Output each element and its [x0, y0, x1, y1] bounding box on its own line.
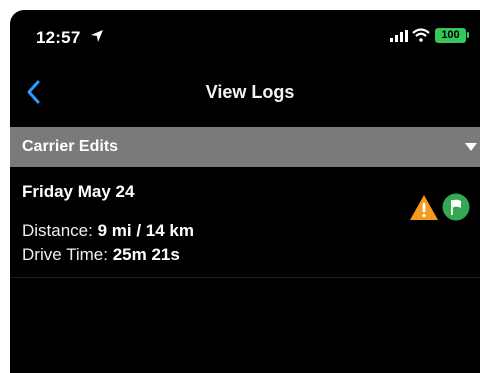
page-title: View Logs	[205, 82, 295, 102]
log-row[interactable]: Friday May 24 Distance: 9 mi / 14 km Dri…	[10, 167, 480, 277]
caret-down-icon[interactable]	[465, 142, 477, 152]
status-time: 12:57	[36, 28, 81, 47]
battery-nub	[467, 32, 469, 38]
carrier-edits-header[interactable]: Carrier Edits	[10, 127, 480, 167]
signal-bars-icon	[390, 30, 408, 42]
log-date: Friday May 24	[22, 182, 135, 201]
nav-bar: View Logs	[10, 70, 480, 114]
distance-value: 9 mi / 14 km	[97, 221, 194, 240]
phone-screen: 12:57 100 View Logs Carrier Edits Friday…	[10, 10, 480, 373]
battery-icon: 100	[435, 28, 466, 43]
drive-time-line: Drive Time: 25m 21s	[22, 245, 180, 265]
row-divider	[10, 277, 480, 278]
wifi-icon	[412, 28, 430, 42]
drive-time-value: 25m 21s	[112, 245, 180, 264]
flag-icon[interactable]	[442, 193, 470, 221]
location-arrow-icon	[91, 30, 103, 42]
section-label: Carrier Edits	[22, 138, 119, 155]
distance-line: Distance: 9 mi / 14 km	[22, 221, 194, 241]
warning-icon[interactable]	[409, 194, 439, 221]
distance-label: Distance:	[22, 221, 93, 240]
drive-time-label: Drive Time:	[22, 245, 108, 264]
status-bar: 12:57 100	[10, 10, 480, 62]
